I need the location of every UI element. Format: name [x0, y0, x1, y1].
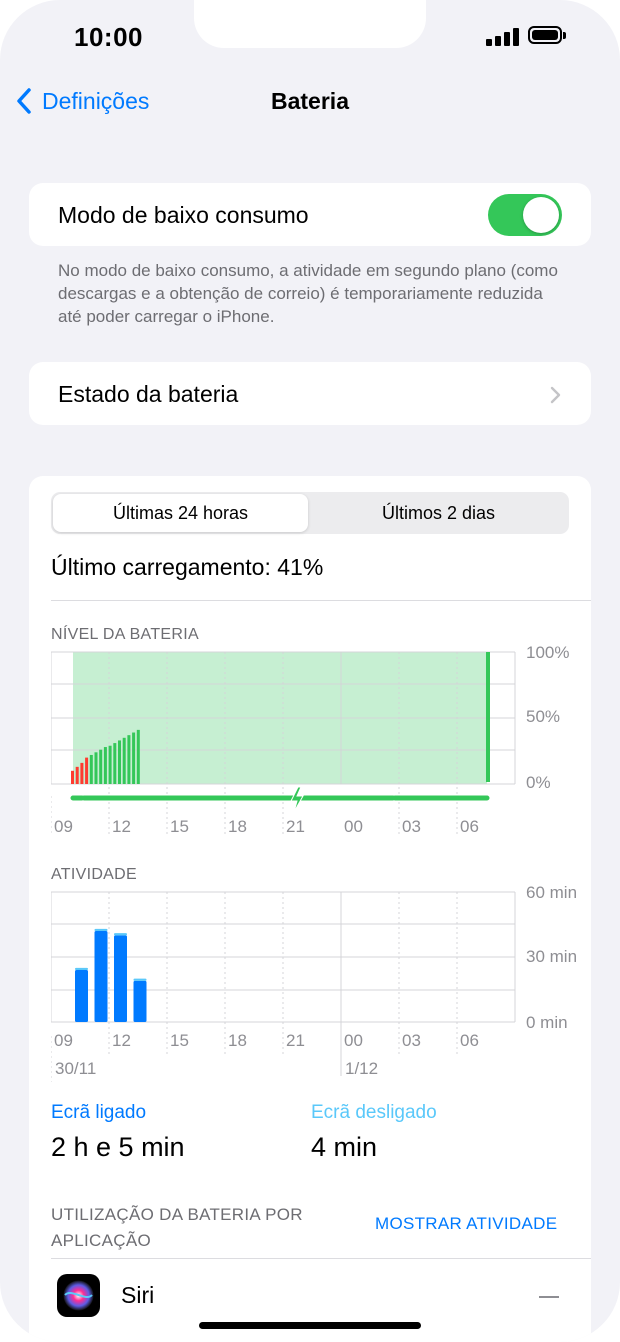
battery-level-bar [127, 735, 131, 784]
battery-level-bar [108, 745, 112, 784]
x-tick-label: 00 [344, 1031, 363, 1050]
battery-level-bar [89, 754, 93, 784]
screen-on-label: Ecrã ligado [51, 1102, 147, 1123]
x-tick-label: 21 [286, 1031, 305, 1050]
time-range-control: Últimas 24 horas Últimos 2 dias [51, 492, 569, 534]
screen-on-value: 2 h e 5 min [51, 1132, 185, 1162]
screen-off-value: 4 min [311, 1132, 378, 1162]
activity-bars [75, 928, 147, 1022]
screen-on-bar [133, 980, 147, 1022]
usage-card: Últimas 24 horas Últimos 2 dias Último c… [29, 476, 591, 1342]
x-tick-label: 09 [54, 1031, 73, 1050]
battery-health-row[interactable]: Estado da bateria [29, 362, 591, 425]
y-tick-label: 30 min [526, 947, 577, 966]
battery-level-bar [80, 762, 84, 784]
y-tick-label: 100% [526, 646, 569, 662]
status-time: 10:00 [74, 22, 143, 52]
battery-icon [528, 26, 566, 46]
activity-date-labels: 30/11 1/12 [55, 1059, 378, 1078]
battery-level-bar [132, 732, 136, 784]
page-title: Bateria [271, 88, 349, 114]
chevron-right-icon [550, 386, 561, 404]
low-power-footnote: No modo de baixo consumo, a atividade em… [58, 261, 558, 326]
phone-screen: 10:00 Definições Bateria Modo de baixo c… [0, 0, 620, 1342]
battery-level-bar [71, 770, 74, 784]
activity-x-ticks: 09 12 15 18 21 00 03 06 [54, 1031, 479, 1050]
battery-health-label: Estado da bateria [58, 381, 239, 407]
x-tick-label: 15 [170, 817, 189, 836]
battery-level-label: NÍVEL DA BATERIA [51, 626, 199, 643]
tab-last-24-hours[interactable]: Últimas 24 horas [53, 494, 308, 532]
siri-icon [57, 1274, 100, 1317]
screen-on-bar [94, 931, 108, 1022]
battery-level-bar [85, 757, 89, 784]
y-tick-label: 50% [526, 707, 560, 726]
app-name: Siri [121, 1282, 155, 1308]
usage-by-app-label: UTILIZAÇÃO DA BATERIA POR APLICAÇÃO [51, 1205, 303, 1250]
low-power-card: Modo de baixo consumo [29, 183, 591, 246]
x-tick-label: 00 [344, 817, 363, 836]
activity-vgrid [51, 892, 458, 1082]
activity-label: ATIVIDADE [51, 866, 137, 883]
battery-level-bar [94, 752, 98, 784]
low-power-label: Modo de baixo consumo [58, 202, 309, 228]
home-indicator[interactable] [199, 1322, 421, 1329]
bolt-icon [290, 786, 304, 813]
screen-on-bar [114, 935, 127, 1022]
screen-off-label: Ecrã desligado [311, 1102, 437, 1123]
x-tick-label: 06 [460, 817, 479, 836]
app-usage-value [539, 1296, 559, 1298]
divider [51, 600, 591, 601]
x-tick-label: 21 [286, 817, 305, 836]
battery-level-bar [75, 766, 79, 784]
x-tick-label: 09 [54, 817, 73, 836]
x-tick-label: 12 [112, 1031, 131, 1050]
screen-off-bar [75, 967, 88, 970]
notch [194, 0, 426, 48]
y-tick-label: 0 min [526, 1013, 568, 1032]
battery-level-bar [113, 743, 117, 784]
x-tick-label: 06 [460, 1031, 479, 1050]
last-charge: Último carregamento: 41% [51, 554, 324, 580]
date-label: 30/11 [55, 1059, 96, 1078]
level-x-ticks: 09 12 15 18 21 00 03 06 [54, 817, 479, 836]
battery-level-chart: 09 12 15 18 21 00 03 06 100% 50% 0% [51, 646, 569, 836]
show-activity-button[interactable]: MOSTRAR ATIVIDADE [375, 1214, 557, 1234]
battery-level-bar [118, 740, 121, 784]
x-tick-label: 12 [112, 817, 131, 836]
battery-level-bar [136, 729, 140, 784]
date-label: 1/12 [345, 1059, 378, 1078]
signal-icon [486, 28, 520, 46]
battery-level-bar [122, 737, 126, 784]
activity-y-ticks: 60 min 30 min 0 min [526, 886, 577, 1032]
x-tick-label: 15 [170, 1031, 189, 1050]
screen-on-bar [75, 970, 88, 1022]
y-tick-label: 0% [526, 773, 551, 792]
low-power-toggle[interactable] [488, 194, 562, 236]
x-tick-label: 03 [402, 1031, 421, 1050]
tab-last-2-days[interactable]: Últimos 2 dias [310, 494, 567, 532]
x-tick-label: 18 [228, 817, 247, 836]
screen-off-bar [94, 928, 108, 931]
level-y-ticks: 100% 50% 0% [526, 646, 569, 792]
screen-off-bar [133, 978, 147, 981]
battery-level-bar [103, 747, 107, 784]
y-tick-label: 60 min [526, 886, 577, 902]
x-tick-label: 03 [402, 817, 421, 836]
x-tick-label: 18 [228, 1031, 247, 1050]
screen-off-bar [114, 933, 127, 936]
battery-level-bar [99, 749, 103, 784]
toggle-knob [523, 197, 559, 233]
activity-chart: 09 12 15 18 21 00 03 06 60 min 30 min 0 min 30/11… [51, 886, 577, 1082]
